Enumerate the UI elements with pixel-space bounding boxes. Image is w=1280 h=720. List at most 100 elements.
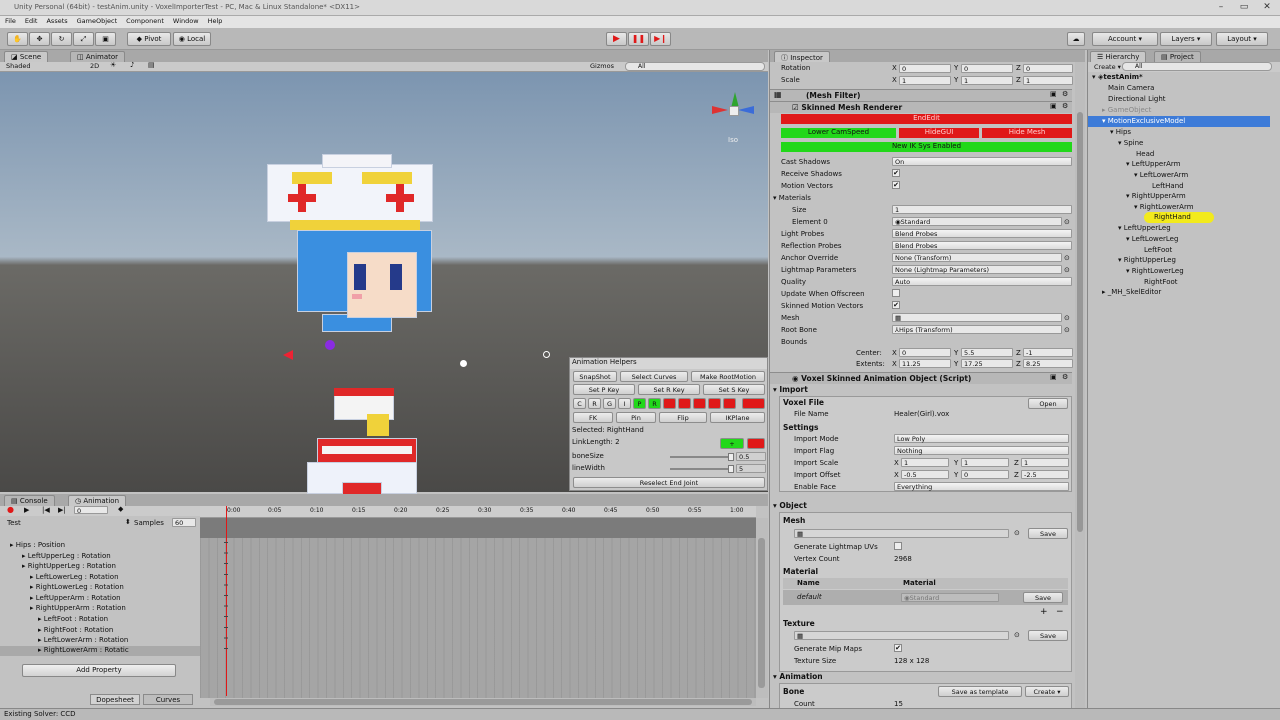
- select-curves-button[interactable]: Select Curves: [620, 371, 688, 382]
- layout-dropdown[interactable]: Layout ▾: [1216, 32, 1268, 46]
- hierarchy-search-input[interactable]: All: [1122, 62, 1272, 71]
- effects-icon[interactable]: ▤: [148, 61, 155, 69]
- timeline-v-scrollbar[interactable]: [756, 518, 768, 698]
- element0-field[interactable]: ◉Standard: [892, 217, 1062, 226]
- scale-tool-icon[interactable]: ⤢: [73, 32, 94, 46]
- line-width-slider[interactable]: [670, 468, 732, 470]
- hierarchy-item[interactable]: ▾ LeftUpperLeg: [1118, 224, 1171, 232]
- mesh-asset-field[interactable]: ▦: [794, 529, 1009, 538]
- minimize-button[interactable]: –: [1210, 0, 1232, 14]
- import-scale-z-field[interactable]: 1: [1021, 458, 1069, 467]
- hierarchy-item[interactable]: ▸ GameObject: [1102, 106, 1151, 114]
- hand-tool-icon[interactable]: ✋: [7, 32, 28, 46]
- quality-dropdown[interactable]: Auto: [892, 277, 1072, 286]
- import-mode-dropdown[interactable]: Low Poly: [894, 434, 1069, 443]
- bone-size-value[interactable]: 0.5: [736, 452, 766, 461]
- line-width-value[interactable]: 5: [736, 464, 766, 473]
- pause-button[interactable]: ❚❚: [628, 32, 649, 46]
- lightmap-params-field[interactable]: None (Lightmap Parameters): [892, 265, 1062, 274]
- remove-material-icon[interactable]: −: [1056, 607, 1064, 617]
- close-button[interactable]: ✕: [1256, 0, 1278, 14]
- red-toggle-4[interactable]: [708, 398, 721, 409]
- object-picker-icon[interactable]: ⊙: [1064, 326, 1070, 334]
- property-row-selected[interactable]: ▸ RightLowerArm : Rotatic: [0, 646, 200, 656]
- extents-y-field[interactable]: 17.25: [961, 359, 1013, 368]
- save-texture-button[interactable]: Save: [1028, 630, 1068, 641]
- skinned-motion-checkbox[interactable]: ✔: [892, 301, 900, 309]
- timeline-h-scrollbar[interactable]: [210, 698, 756, 706]
- skinned-mesh-renderer-header[interactable]: ☑ Skinned Mesh Renderer: [770, 101, 1072, 113]
- hierarchy-item[interactable]: ▾ RightUpperLeg: [1118, 256, 1176, 264]
- gen-mips-checkbox[interactable]: ✔: [894, 644, 902, 652]
- menu-help[interactable]: Help: [203, 16, 227, 25]
- rotation-z-field[interactable]: 0: [1023, 64, 1073, 73]
- motion-vectors-checkbox[interactable]: ✔: [892, 181, 900, 189]
- hide-mesh-button[interactable]: Hide Mesh: [982, 128, 1072, 138]
- bone-size-slider[interactable]: [670, 456, 732, 458]
- timeline-h-scroll-thumb[interactable]: [214, 699, 752, 705]
- save-material-button[interactable]: Save: [1023, 592, 1063, 603]
- new-ik-sys-button[interactable]: New IK Sys Enabled: [781, 142, 1072, 152]
- bone-handle-red[interactable]: [283, 350, 293, 360]
- light-icon[interactable]: [460, 360, 467, 367]
- mesh-filter-header[interactable]: (Mesh Filter): [770, 89, 1072, 101]
- enable-face-dropdown[interactable]: Everything: [894, 482, 1069, 491]
- end-edit-button[interactable]: EndEdit: [781, 114, 1072, 124]
- next-key-icon[interactable]: ▶|: [58, 506, 66, 514]
- hierarchy-item[interactable]: ▾ RightLowerLeg: [1126, 267, 1184, 275]
- help-icon[interactable]: ▣: [1050, 102, 1057, 110]
- scale-y-field[interactable]: 1: [961, 76, 1013, 85]
- rect-tool-icon[interactable]: ▣: [95, 32, 116, 46]
- lighting-icon[interactable]: ☀: [110, 61, 116, 69]
- flip-button[interactable]: Flip: [659, 412, 707, 423]
- menu-gameobject[interactable]: GameObject: [72, 16, 122, 25]
- object-picker-icon[interactable]: ⊙: [1064, 314, 1070, 322]
- menu-file[interactable]: File: [0, 16, 20, 25]
- property-row[interactable]: ▸ RightLowerLeg : Rotation: [30, 583, 200, 591]
- play-button[interactable]: ▶: [606, 32, 627, 46]
- red-toggle-5[interactable]: [723, 398, 736, 409]
- tab-dopesheet[interactable]: Dopesheet: [90, 694, 140, 705]
- rotate-tool-icon[interactable]: ↻: [51, 32, 72, 46]
- lower-camspeed-button[interactable]: Lower CamSpeed: [781, 128, 896, 138]
- set-p-key-button[interactable]: Set P Key: [573, 384, 635, 395]
- gear-icon[interactable]: ⚙: [1062, 102, 1068, 110]
- reflection-probes-dropdown[interactable]: Blend Probes: [892, 241, 1072, 250]
- add-material-icon[interactable]: +: [1040, 607, 1048, 617]
- light-probes-dropdown[interactable]: Blend Probes: [892, 229, 1072, 238]
- hierarchy-item[interactable]: ▾ RightUpperArm: [1126, 192, 1186, 200]
- hierarchy-item[interactable]: LeftFoot: [1144, 246, 1172, 254]
- hierarchy-item[interactable]: LeftHand: [1152, 182, 1184, 190]
- voxel-character-model[interactable]: [262, 152, 437, 498]
- create-bone-dropdown[interactable]: Create ▾: [1025, 686, 1069, 697]
- help-icon[interactable]: ▣: [1050, 373, 1057, 381]
- object-picker-icon[interactable]: ⊙: [1064, 254, 1070, 262]
- extents-x-field[interactable]: 11.25: [899, 359, 951, 368]
- save-as-template-button[interactable]: Save as template: [938, 686, 1022, 697]
- animation-foldout[interactable]: ▾ Animation: [773, 672, 823, 681]
- import-offset-x-field[interactable]: -0.5: [901, 470, 949, 479]
- gear-icon[interactable]: ⚙: [1062, 90, 1068, 98]
- hierarchy-item[interactable]: ▾ RightLowerArm: [1134, 203, 1194, 211]
- object-foldout[interactable]: ▾ Object: [773, 501, 807, 510]
- rotation-x-field[interactable]: 0: [899, 64, 951, 73]
- hierarchy-item[interactable]: Main Camera: [1108, 84, 1154, 92]
- center-x-field[interactable]: 0: [899, 348, 951, 357]
- account-dropdown[interactable]: Account ▾: [1092, 32, 1158, 46]
- prev-key-icon[interactable]: |◀: [42, 506, 50, 514]
- add-key-icon[interactable]: ◆: [118, 505, 123, 513]
- hide-gui-button[interactable]: HideGUI: [899, 128, 979, 138]
- material-asset-field[interactable]: ◉Standard: [901, 593, 999, 602]
- summary-track[interactable]: [200, 518, 756, 538]
- hierarchy-item[interactable]: ▾ LeftUpperArm: [1126, 160, 1180, 168]
- record-icon[interactable]: ●: [7, 505, 14, 514]
- hierarchy-item[interactable]: ▾ LeftLowerArm: [1134, 171, 1188, 179]
- menu-assets[interactable]: Assets: [41, 16, 71, 25]
- clip-dropdown[interactable]: Test: [7, 519, 21, 527]
- cast-shadows-dropdown[interactable]: On: [892, 157, 1072, 166]
- hierarchy-item[interactable]: ▾ Hips: [1110, 128, 1131, 136]
- menu-window[interactable]: Window: [168, 16, 203, 25]
- c-toggle[interactable]: C: [573, 398, 586, 409]
- timeline-v-scroll-thumb[interactable]: [758, 538, 765, 688]
- import-scale-y-field[interactable]: 1: [961, 458, 1009, 467]
